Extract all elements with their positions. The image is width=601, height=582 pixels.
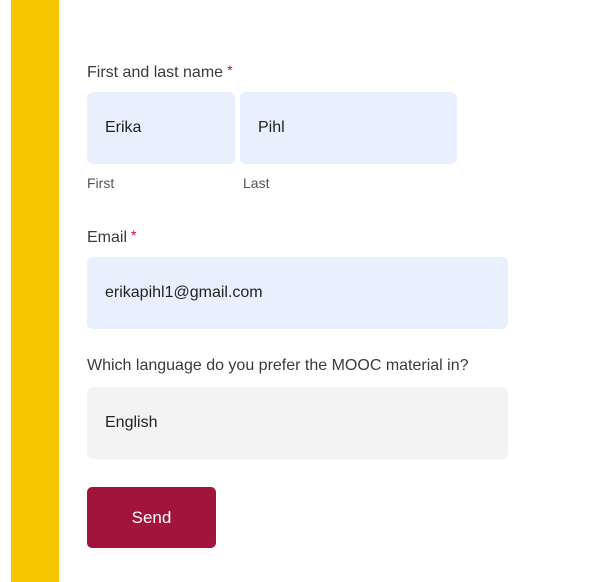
language-select[interactable]: English — [87, 387, 508, 459]
first-name-value: Erika — [105, 119, 142, 136]
first-name-sublabel: First — [87, 175, 115, 191]
last-name-input[interactable]: Pihl — [240, 92, 457, 164]
email-value: erikapihl1@gmail.com — [105, 284, 263, 301]
email-field-label: Email * — [87, 227, 136, 247]
name-field-label: First and last name * — [87, 62, 233, 82]
last-name-sublabel: Last — [243, 175, 270, 191]
language-selected-value: English — [105, 414, 158, 431]
accent-bar — [11, 0, 59, 582]
email-required-mark: * — [131, 227, 137, 243]
email-input[interactable]: erikapihl1@gmail.com — [87, 257, 508, 329]
first-name-input[interactable]: Erika — [87, 92, 235, 164]
page: First and last name * Erika Pihl First La… — [0, 0, 601, 582]
email-label-text: Email — [87, 229, 128, 246]
send-button[interactable]: Send — [87, 487, 216, 548]
name-label-text: First and last name — [87, 64, 224, 81]
name-required-mark: * — [227, 62, 233, 78]
language-field-label: Which language do you prefer the MOOC ma… — [87, 357, 469, 374]
last-name-value: Pihl — [258, 119, 285, 136]
